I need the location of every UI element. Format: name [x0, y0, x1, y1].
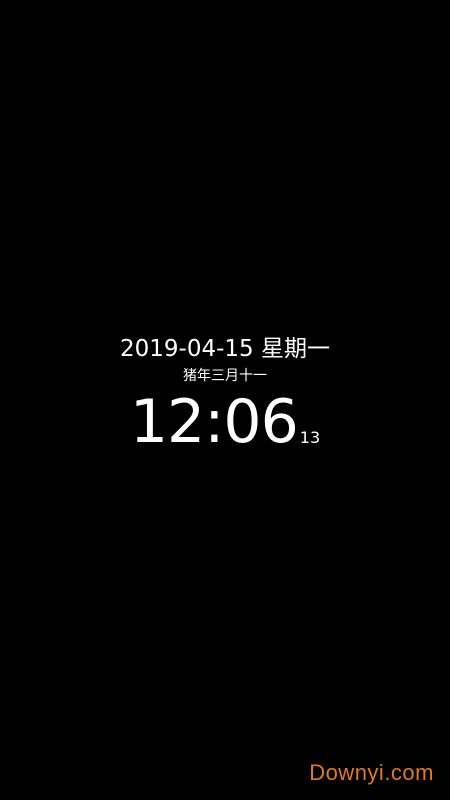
- time-seconds: 13: [299, 428, 321, 447]
- time-hours-minutes: 12:06: [129, 387, 299, 457]
- date-line: 2019-04-15 星期一: [0, 334, 450, 364]
- weekday-text: 星期一: [260, 336, 330, 362]
- time-display: 12:06 13: [0, 392, 450, 452]
- lunar-date: 猪年三月十一: [183, 368, 267, 384]
- watermark-logo: Downyi.com: [309, 760, 434, 785]
- lockscreen-clock: 2019-04-15 星期一 猪年三月十一 12:06 13: [0, 334, 450, 452]
- date-text: 2019-04-15: [120, 336, 254, 362]
